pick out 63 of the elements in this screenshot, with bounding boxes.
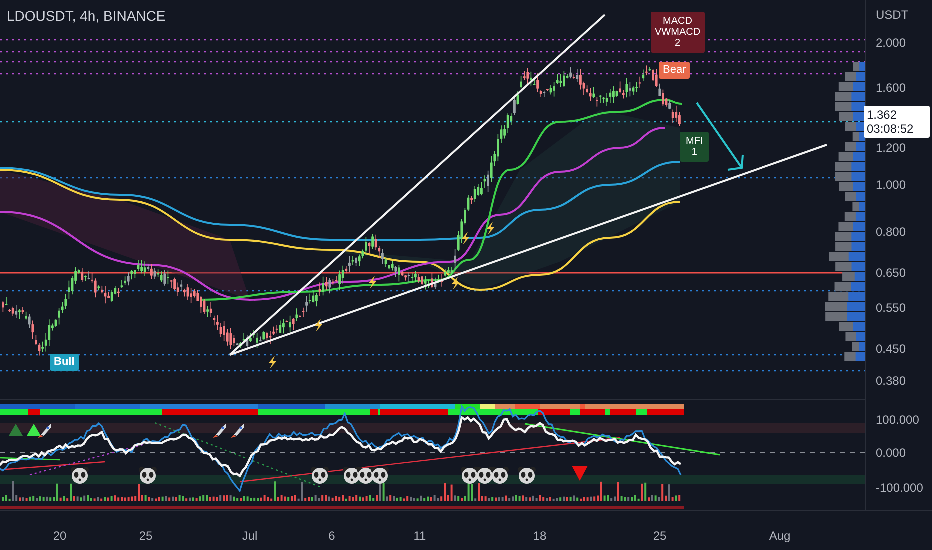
price-tick: 0.550 (876, 301, 906, 315)
triangle-icon (572, 466, 588, 481)
panda-icon (71, 467, 89, 484)
signal-label: MFI 1 (680, 132, 710, 162)
price-tick: 0.800 (876, 225, 906, 239)
time-tick: 18 (533, 529, 547, 543)
time-tick: 20 (53, 529, 67, 543)
oscillator-tick: -100.000 (876, 481, 924, 495)
oscillator-tick: 100.000 (876, 413, 920, 427)
volume-profile-bar (839, 112, 865, 121)
triangle-icon (27, 424, 41, 436)
volume-profile-bar (836, 242, 865, 251)
rocket-icon (231, 424, 244, 438)
price-tick: 0.650 (876, 266, 906, 280)
volume-profile-bar (835, 102, 865, 111)
volume-profile-bar (834, 282, 865, 291)
symbol-title: LDOUSDT, 4h, BINANCE (7, 8, 166, 24)
volume-profile-bar (838, 82, 865, 91)
price-tick: 0.380 (876, 374, 906, 388)
volume-profile-bar (829, 252, 865, 261)
volume-profile-bar (828, 292, 865, 301)
time-tick: 25 (653, 529, 667, 543)
volume-profile-bar (836, 172, 865, 181)
volume-profile-bar (835, 92, 865, 101)
lightning-icon (315, 319, 323, 332)
last-price: 1.362 (867, 108, 898, 122)
volume-profile-bar (838, 152, 865, 161)
time-tick: Jul (242, 529, 258, 543)
lightning-icon (269, 356, 277, 369)
price-tick: 2.000 (876, 36, 906, 50)
panda-icon (491, 467, 509, 484)
rocket-icon (213, 424, 226, 438)
volume-profile-bar (836, 262, 865, 271)
volume-profile-bar (842, 272, 865, 281)
lightning-icon (369, 276, 377, 289)
panda-icon (311, 467, 329, 484)
time-tick: 25 (139, 529, 153, 543)
signal-label: MACD VWMACD 2 (651, 12, 705, 53)
time-tick: 6 (328, 529, 336, 543)
lightning-icon (487, 222, 495, 235)
price-tick: 1.200 (876, 141, 906, 155)
volume-profile-bar (839, 182, 865, 191)
oscillator-tick: 0.000 (876, 446, 906, 460)
signal-label: Bull (50, 354, 79, 371)
panda-icon (371, 467, 389, 484)
panda-icon (139, 467, 157, 484)
triangle-icon (9, 424, 23, 436)
volume-profile-bar (835, 232, 865, 241)
lightning-icon (462, 232, 470, 245)
rocket-icon (38, 424, 52, 438)
price-tick: 0.450 (876, 342, 906, 356)
panda-icon (518, 467, 536, 484)
volume-profile-bar (825, 302, 865, 311)
price-tick: 1.000 (876, 178, 906, 192)
price-tick: 1.600 (876, 81, 906, 95)
currency-label: USDT (876, 8, 909, 22)
volume-profile-bar (838, 222, 865, 231)
signal-label: Bear (659, 62, 690, 79)
volume-profile-bar (835, 162, 865, 171)
lightning-icon (452, 277, 460, 290)
time-tick: Aug (769, 529, 791, 543)
time-tick: 11 (414, 529, 426, 543)
countdown-timer: 03:08:52 (867, 122, 915, 136)
